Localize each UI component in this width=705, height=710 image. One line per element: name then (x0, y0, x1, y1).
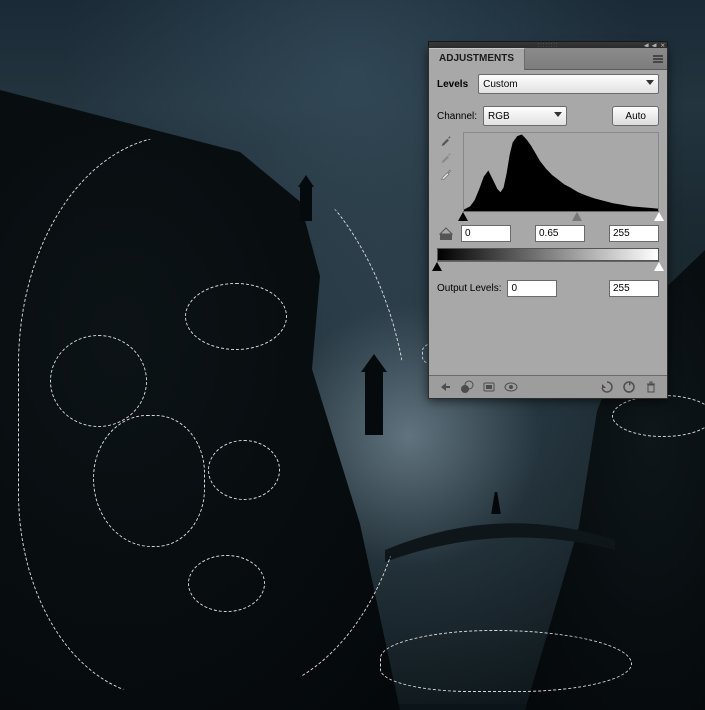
reset-previous-icon[interactable] (597, 379, 617, 395)
channel-value: RGB (488, 111, 510, 122)
artwork-bridge (385, 520, 615, 580)
adjustment-type-label: Levels (437, 79, 468, 90)
output-black-slider[interactable] (432, 262, 442, 271)
trash-icon[interactable] (641, 379, 661, 395)
preset-select[interactable]: Custom (478, 74, 659, 94)
view-previous-icon[interactable] (479, 379, 499, 395)
eyedropper-gray-icon[interactable] (437, 149, 455, 163)
preset-value: Custom (483, 79, 517, 90)
artwork-tower (300, 185, 312, 221)
output-levels-row: Output Levels: 0 255 (437, 280, 659, 297)
histogram-container (463, 132, 659, 222)
output-white-field[interactable]: 255 (609, 280, 659, 297)
artwork-cliff-left (0, 90, 400, 710)
adjustments-panel: ADJUSTMENTS Levels Custom Channel: RGB A… (428, 47, 668, 399)
eyedropper-white-icon[interactable] (437, 166, 455, 180)
channel-label: Channel: (437, 111, 477, 122)
chevron-down-icon (554, 112, 562, 117)
return-arrow-icon[interactable] (435, 379, 455, 395)
histogram (463, 132, 659, 211)
input-black-field[interactable]: 0 (461, 225, 511, 242)
input-slider-track[interactable] (463, 211, 659, 222)
artwork-tower (365, 370, 383, 435)
channel-select[interactable]: RGB (483, 106, 567, 126)
output-gradient (437, 248, 659, 261)
output-white-slider[interactable] (654, 262, 664, 271)
input-white-field[interactable]: 255 (609, 225, 659, 242)
preset-row: Levels Custom (429, 70, 667, 98)
input-black-slider[interactable] (458, 212, 468, 221)
auto-button-label: Auto (625, 111, 646, 122)
output-slider-track[interactable] (437, 261, 659, 272)
clip-toggle-icon[interactable] (437, 226, 455, 242)
input-gamma-field[interactable]: 0.65 (535, 225, 585, 242)
panel-footer (429, 375, 667, 398)
input-white-slider[interactable] (654, 212, 664, 221)
eyedropper-black-icon[interactable] (437, 132, 455, 146)
input-gamma-slider[interactable] (572, 212, 582, 221)
clip-to-layer-icon[interactable] (457, 379, 477, 395)
tab-adjustments[interactable]: ADJUSTMENTS (429, 48, 525, 70)
eyedropper-group (429, 130, 455, 180)
panel-menu-button[interactable] (649, 48, 667, 69)
output-black-field[interactable]: 0 (507, 280, 557, 297)
visibility-icon[interactable] (501, 379, 521, 395)
panel-tabbar: ADJUSTMENTS (429, 48, 667, 70)
auto-button[interactable]: Auto (612, 106, 659, 126)
reset-default-icon[interactable] (619, 379, 639, 395)
chevron-down-icon (646, 80, 654, 85)
input-levels-row: 0 0.65 255 (437, 225, 659, 242)
output-label: Output Levels: (437, 283, 501, 294)
artwork-figure (490, 492, 502, 514)
channel-row: Channel: RGB Auto (429, 98, 667, 130)
